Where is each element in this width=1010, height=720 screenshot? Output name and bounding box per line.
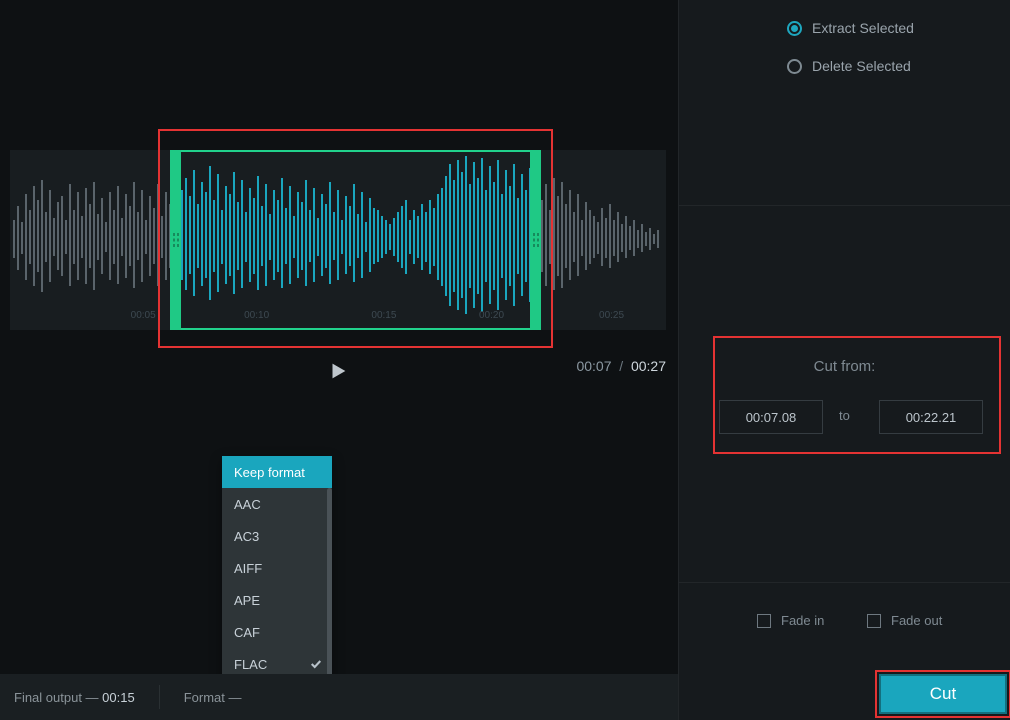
time-total: 00:27	[631, 358, 666, 374]
format-option-caf[interactable]: CAF	[222, 616, 332, 648]
format-indicator: Format —	[184, 690, 242, 705]
format-option-aiff[interactable]: AIFF	[222, 552, 332, 584]
side-divider	[679, 582, 1010, 583]
editor-main: 00:05 00:10 00:15 00:20 00:25 00:07 / 00…	[0, 0, 678, 720]
tick-label: 00:10	[244, 310, 269, 321]
format-option-aac[interactable]: AAC	[222, 488, 332, 520]
check-icon	[310, 658, 322, 670]
waveform-svg	[10, 150, 666, 330]
cut-to-input[interactable]	[879, 400, 983, 434]
status-divider	[159, 685, 160, 709]
cut-to-word: to	[839, 408, 850, 423]
format-option-ac3[interactable]: AC3	[222, 520, 332, 552]
checkbox-label: Fade out	[891, 613, 942, 628]
radio-extract-selected[interactable]: Extract Selected	[787, 20, 914, 36]
selection-handle-right[interactable]	[530, 150, 541, 330]
cut-from-label: Cut from:	[679, 358, 1010, 375]
time-readout: 00:07 / 00:27	[576, 358, 666, 374]
side-panel: Extract Selected Delete Selected Cut fro…	[678, 0, 1010, 720]
format-option-keep[interactable]: Keep format	[222, 456, 332, 488]
checkbox-icon	[757, 614, 771, 628]
highlight-cut-range	[713, 336, 1001, 454]
status-bar: Final output — 00:15 Format —	[0, 674, 678, 720]
checkbox-label: Fade in	[781, 613, 824, 628]
radio-icon	[787, 21, 802, 36]
tick-label: 00:05	[131, 310, 156, 321]
tick-label: 00:15	[371, 310, 396, 321]
tick-label: 00:20	[479, 310, 504, 321]
time-current: 00:07	[576, 358, 611, 374]
waveform[interactable]: 00:05 00:10 00:15 00:20 00:25	[10, 150, 666, 330]
play-button[interactable]	[322, 355, 354, 387]
final-output-value: 00:15	[102, 690, 135, 705]
cut-button[interactable]: Cut	[879, 674, 1007, 714]
checkbox-fade-out[interactable]: Fade out	[867, 613, 942, 628]
selection-handle-left[interactable]	[170, 150, 181, 330]
cut-from-input[interactable]	[719, 400, 823, 434]
radio-label: Extract Selected	[812, 20, 914, 36]
play-icon	[327, 360, 349, 382]
checkbox-fade-in[interactable]: Fade in	[757, 613, 824, 628]
radio-label: Delete Selected	[812, 58, 911, 74]
tick-label: 00:25	[599, 310, 624, 321]
waveform-time-ticks: 00:05 00:10 00:15 00:20 00:25	[10, 310, 666, 324]
final-output: Final output — 00:15	[14, 690, 135, 705]
radio-delete-selected[interactable]: Delete Selected	[787, 58, 911, 74]
dropdown-scrollbar[interactable]	[327, 488, 332, 684]
checkbox-icon	[867, 614, 881, 628]
radio-icon	[787, 59, 802, 74]
format-option-ape[interactable]: APE	[222, 584, 332, 616]
side-divider	[679, 205, 1010, 206]
